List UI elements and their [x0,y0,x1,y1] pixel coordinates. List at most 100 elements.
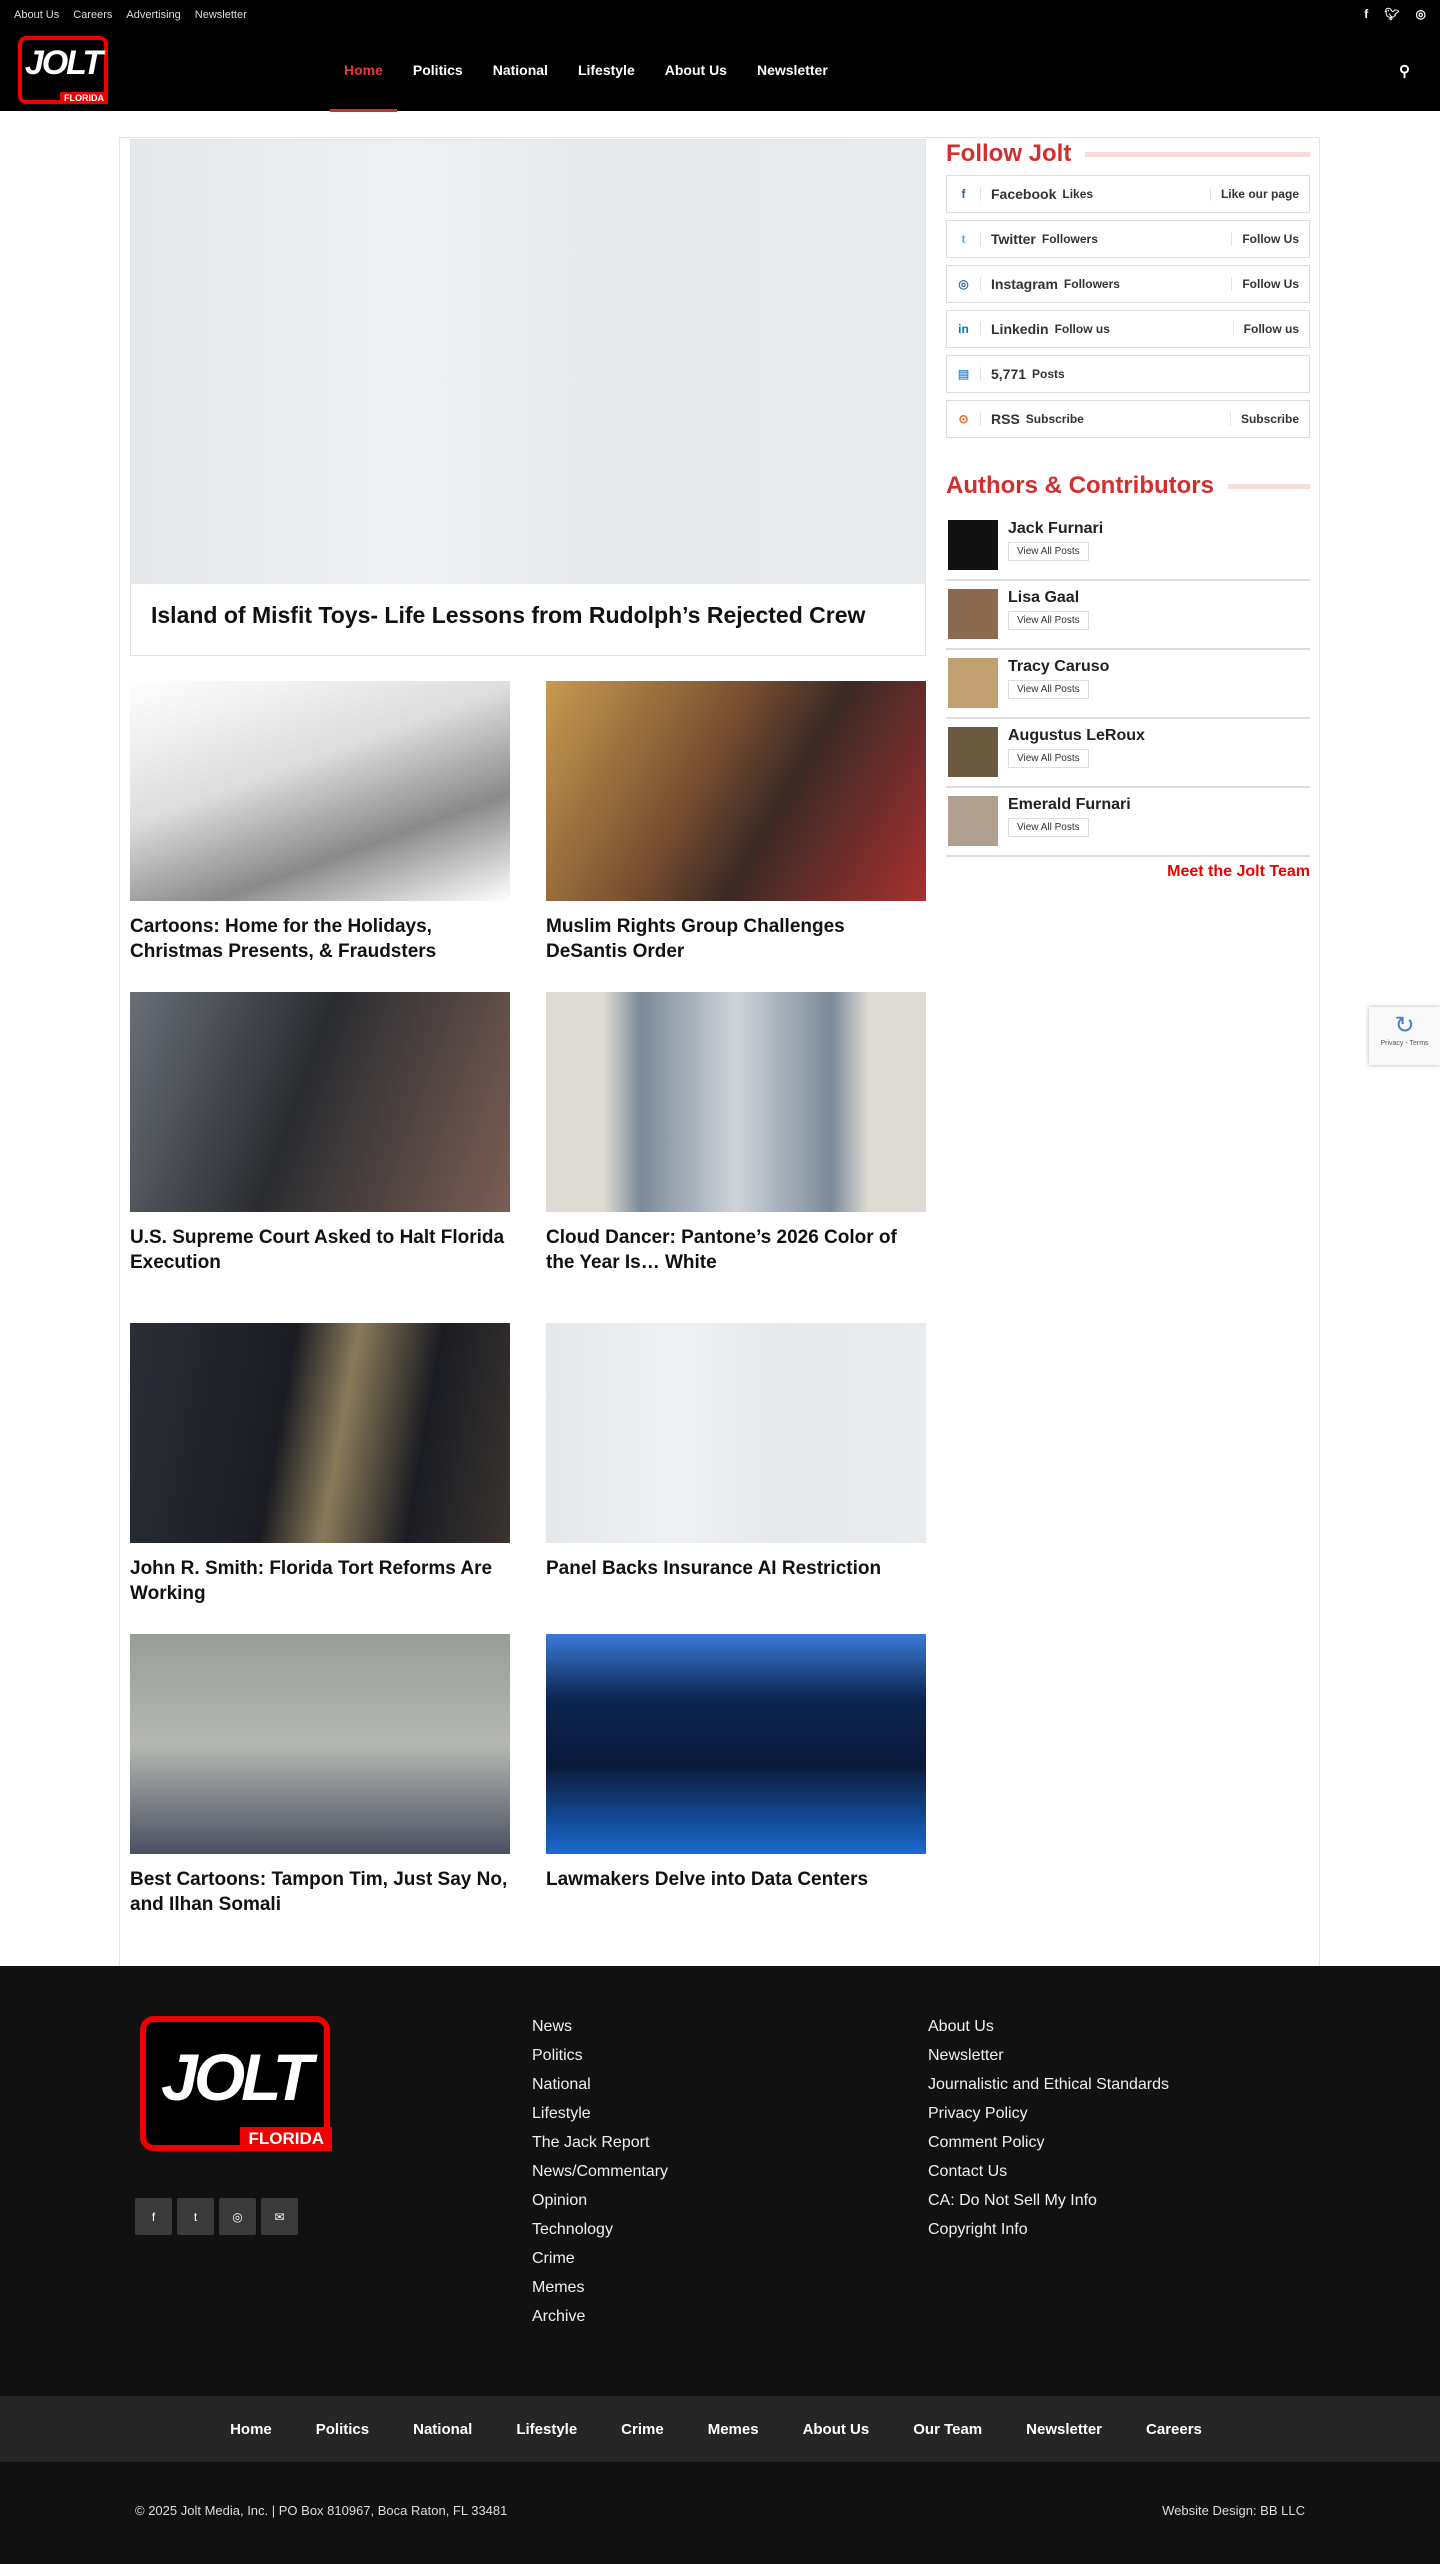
nav-home[interactable]: Home [330,62,397,112]
search-icon[interactable]: ⚲ [1399,62,1410,80]
article-card[interactable]: Panel Backs Insurance AI Restriction [546,1323,926,1581]
view-all-posts-button[interactable]: View All Posts [1008,749,1089,768]
site-logo[interactable]: JOLT FLORIDA [18,36,108,104]
top-link-careers[interactable]: Careers [73,9,112,21]
bottom-nav-item[interactable]: Careers [1146,2421,1202,2438]
follow-action[interactable]: Subscribe [1229,412,1309,426]
author-avatar[interactable] [948,727,998,777]
article-image [130,681,510,901]
footer-link[interactable]: News [532,2012,668,2041]
article-card[interactable]: Best Cartoons: Tampon Tim, Just Say No, … [130,1634,510,1917]
author-name[interactable]: Jack Furnari [1008,520,1103,538]
author-name[interactable]: Lisa Gaal [1008,589,1089,607]
recaptcha-badge[interactable]: ↻ Privacy - Terms [1369,1007,1440,1065]
facebook-icon: f [947,187,981,201]
nav-national[interactable]: National [493,62,548,78]
article-card[interactable]: U.S. Supreme Court Asked to Halt Florida… [130,992,510,1275]
email-icon[interactable]: ✉ [261,2198,298,2235]
nav-lifestyle[interactable]: Lifestyle [578,62,635,78]
hero-article[interactable]: Island of Misfit Toys- Life Lessons from… [130,139,926,656]
nav-politics[interactable]: Politics [413,62,463,78]
article-card[interactable]: Muslim Rights Group Challenges DeSantis … [546,681,926,964]
bottom-nav-item[interactable]: Newsletter [1026,2421,1102,2438]
twitter-icon: t [947,232,981,246]
author-avatar[interactable] [948,658,998,708]
bottom-nav-item[interactable]: Memes [708,2421,759,2438]
follow-row[interactable]: ▤ 5,771 Posts [946,355,1310,393]
bottom-nav-item[interactable]: Home [230,2421,272,2438]
facebook-icon[interactable]: f [135,2198,172,2235]
article-card[interactable]: Cartoons: Home for the Holidays, Christm… [130,681,510,964]
follow-action[interactable]: Follow Us [1231,232,1309,246]
follow-name: 5,771 [991,366,1027,382]
footer-link[interactable]: The Jack Report [532,2128,668,2157]
footer-link[interactable]: Newsletter [928,2041,1169,2070]
view-all-posts-button[interactable]: View All Posts [1008,818,1089,837]
footer-link[interactable]: About Us [928,2012,1169,2041]
footer-col-sections: News Politics National Lifestyle The Jack Re… [532,2012,668,2331]
follow-count-label: Follow us [1054,322,1110,336]
article-card[interactable]: John R. Smith: Florida Tort Reforms Are … [130,1323,510,1606]
author-avatar[interactable] [948,589,998,639]
follow-action[interactable]: Follow Us [1231,277,1309,291]
twitter-icon[interactable]: 🐦︎ [1384,7,1399,21]
nav-newsletter[interactable]: Newsletter [757,62,828,78]
footer-link[interactable]: National [532,2070,668,2099]
view-all-posts-button[interactable]: View All Posts [1008,680,1089,699]
footer-link[interactable]: Politics [532,2041,668,2070]
follow-name: Linkedin [991,321,1049,337]
author-avatar[interactable] [948,520,998,570]
follow-row[interactable]: ◎ Instagram Followers Follow Us [946,265,1310,303]
nav-about[interactable]: About Us [665,62,727,78]
top-link-advertising[interactable]: Advertising [126,9,180,21]
footer-col-info: About Us Newsletter Journalistic and Ethic… [928,2012,1169,2244]
author-name[interactable]: Emerald Furnari [1008,796,1131,814]
bottom-nav-item[interactable]: Politics [316,2421,369,2438]
footer-link[interactable]: Copyright Info [928,2215,1169,2244]
bottom-nav-item[interactable]: Crime [621,2421,664,2438]
footer-link[interactable]: Comment Policy [928,2128,1169,2157]
footer-link[interactable]: Memes [532,2273,668,2302]
author-avatar[interactable] [948,796,998,846]
footer-link[interactable]: Crime [532,2244,668,2273]
view-all-posts-button[interactable]: View All Posts [1008,542,1089,561]
footer-link[interactable]: Archive [532,2302,668,2331]
footer-logo[interactable]: JOLT FLORIDA [140,2016,332,2151]
instagram-icon: ◎ [947,277,981,291]
follow-action[interactable]: Like our page [1209,187,1309,201]
authors-title: Authors & Contributors [946,472,1310,500]
bottom-nav-item[interactable]: Lifestyle [516,2421,577,2438]
top-link-newsletter[interactable]: Newsletter [195,9,247,21]
footer-link[interactable]: Privacy Policy [928,2099,1169,2128]
article-card[interactable]: Lawmakers Delve into Data Centers [546,1634,926,1892]
author-name[interactable]: Tracy Caruso [1008,658,1109,676]
design-credit[interactable]: Website Design: BB LLC [1162,2503,1305,2518]
bottom-nav-item[interactable]: About Us [803,2421,870,2438]
footer-link[interactable]: News/Commentary [532,2157,668,2186]
article-card[interactable]: Cloud Dancer: Pantone’s 2026 Color of th… [546,992,926,1275]
facebook-icon[interactable]: f [1364,7,1368,21]
top-link-about[interactable]: About Us [14,9,59,21]
follow-name: Twitter [991,231,1036,247]
view-all-posts-button[interactable]: View All Posts [1008,611,1089,630]
footer-link[interactable]: CA: Do Not Sell My Info [928,2186,1169,2215]
follow-row[interactable]: ⊙ RSS Subscribe Subscribe [946,400,1310,438]
author-item: Tracy Caruso View All Posts [946,650,1310,719]
footer-link[interactable]: Journalistic and Ethical Standards [928,2070,1169,2099]
footer-link[interactable]: Contact Us [928,2157,1169,2186]
twitter-icon[interactable]: t [177,2198,214,2235]
follow-row[interactable]: f Facebook Likes Like our page [946,175,1310,213]
follow-action[interactable]: Follow us [1232,322,1309,336]
footer-link[interactable]: Lifestyle [532,2099,668,2128]
footer-link[interactable]: Technology [532,2215,668,2244]
bottom-nav-item[interactable]: National [413,2421,472,2438]
instagram-icon[interactable]: ◎ [219,2198,256,2235]
instagram-icon[interactable]: ◎ [1416,7,1426,21]
meet-team-link[interactable]: Meet the Jolt Team [946,863,1310,881]
footer-link[interactable]: Opinion [532,2186,668,2215]
bottom-nav-item[interactable]: Our Team [913,2421,982,2438]
main-nav: Home Politics National Lifestyle About U… [330,62,828,112]
follow-row[interactable]: in Linkedin Follow us Follow us [946,310,1310,348]
author-name[interactable]: Augustus LeRoux [1008,727,1145,745]
follow-row[interactable]: t Twitter Followers Follow Us [946,220,1310,258]
